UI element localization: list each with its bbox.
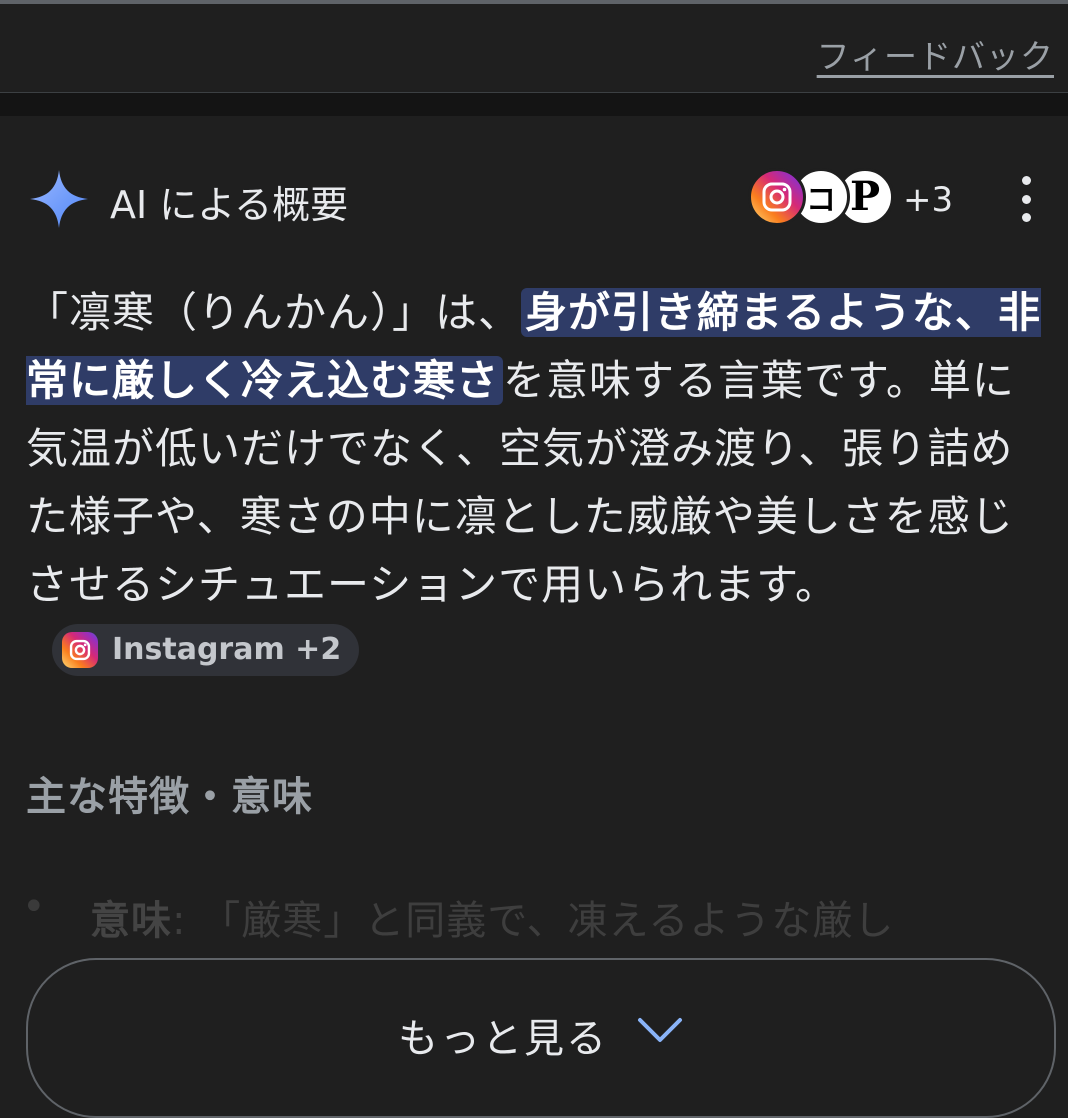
more-options-icon[interactable] [1008, 176, 1044, 222]
ai-overview-header: AI による概要 コ P +3 [28, 166, 1048, 232]
ai-overview-panel: AI による概要 コ P +3 「凛寒（りんかん）」は、身が引き締まるような、非… [0, 116, 1068, 1118]
feedback-link[interactable]: フィードバック [817, 30, 1054, 78]
paragraph-text-before: 「凛寒（りんかん）」は、 [26, 288, 522, 337]
citation-chip[interactable]: Instagram +2 [52, 624, 360, 676]
citation-chip-label: Instagram +2 [112, 632, 342, 667]
bullet-text: 意味: 「厳寒」と同義で、凍えるような厳し [90, 888, 894, 946]
instagram-icon [62, 632, 98, 668]
bullet-body: : 「厳寒」と同義で、凍えるような厳し [172, 898, 895, 944]
show-more-label: もっと見る [398, 1016, 608, 1062]
overview-paragraph: 「凛寒（りんかん）」は、身が引き締まるような、非常に厳しく冷え込む寒さを意味する… [26, 279, 1056, 687]
more-sources-count: +3 [903, 180, 954, 220]
chevron-down-icon [638, 1018, 682, 1042]
source-favicons[interactable]: コ P +3 [748, 166, 978, 232]
instagram-icon [748, 168, 806, 226]
gemini-sparkle-icon [30, 170, 88, 228]
section-divider [0, 92, 1068, 116]
bullet-label: 意味 [90, 898, 172, 944]
show-more-button[interactable]: もっと見る [26, 958, 1056, 1118]
ai-overview-title: AI による概要 [110, 183, 349, 227]
top-bar: フィードバック [0, 0, 1068, 92]
section-heading: 主な特徴・意味 [26, 774, 313, 820]
faded-bullet-item: • 意味: 「厳寒」と同義で、凍えるような厳し [0, 876, 1068, 966]
bullet-icon: • [22, 884, 46, 930]
